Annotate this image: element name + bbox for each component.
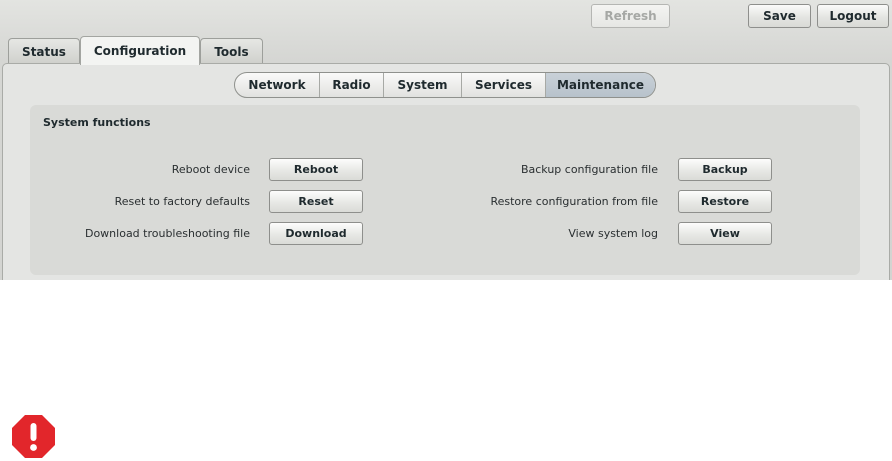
subtab-maintenance[interactable]: Maintenance (545, 73, 655, 97)
tab-configuration[interactable]: Configuration (80, 36, 200, 65)
view-button[interactable]: View (678, 222, 772, 245)
backup-configuration-label: Backup configuration file (520, 163, 658, 176)
restore-configuration-label: Restore configuration from file (490, 195, 658, 208)
subtab-bar: Network Radio System Services Maintenanc… (234, 72, 656, 98)
reset-factory-defaults-label: Reset to factory defaults (114, 195, 250, 208)
restore-button[interactable]: Restore (678, 190, 772, 213)
subtab-radio[interactable]: Radio (319, 73, 383, 97)
view-system-log-label: View system log (568, 227, 658, 240)
tab-status[interactable]: Status (8, 38, 80, 64)
subtab-system[interactable]: System (383, 73, 461, 97)
reboot-button[interactable]: Reboot (269, 158, 363, 181)
logout-button[interactable]: Logout (817, 4, 889, 28)
subtab-services[interactable]: Services (461, 73, 545, 97)
refresh-button[interactable]: Refresh (591, 4, 670, 28)
system-functions-section: System functions Reboot device Reboot Re… (30, 105, 860, 275)
tab-tools[interactable]: Tools (200, 38, 263, 64)
reboot-device-label: Reboot device (171, 163, 250, 176)
save-button[interactable]: Save (748, 4, 811, 28)
reset-button[interactable]: Reset (269, 190, 363, 213)
download-button[interactable]: Download (269, 222, 363, 245)
exclamation-warning-icon (12, 415, 55, 458)
backup-button[interactable]: Backup (678, 158, 772, 181)
app-window: Refresh Save Logout Status Configuration… (0, 0, 892, 280)
subtab-network[interactable]: Network (235, 73, 319, 97)
download-troubleshooting-label: Download troubleshooting file (84, 227, 250, 240)
section-title: System functions (43, 116, 151, 129)
